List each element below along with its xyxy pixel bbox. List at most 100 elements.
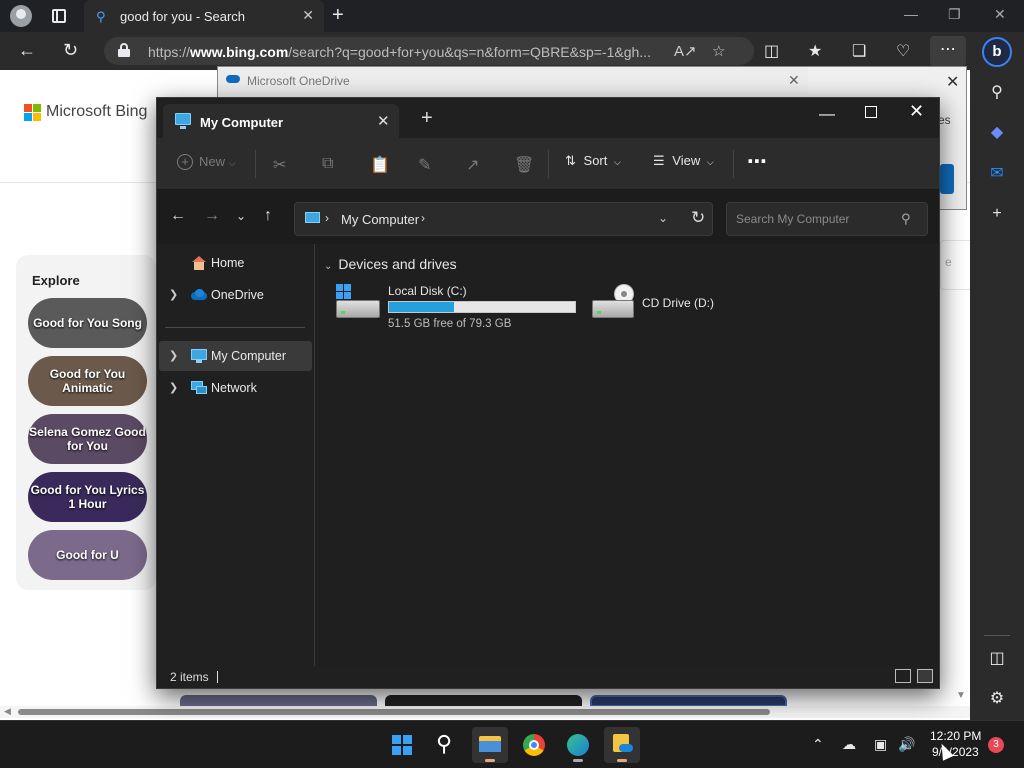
sort-button[interactable]: ⇅ Sort ⌵ <box>565 153 621 169</box>
explore-item[interactable]: Good for You Song <box>28 298 147 348</box>
see-more-icon[interactable]: ⋯ <box>747 149 768 174</box>
new-tab-button[interactable]: + <box>332 4 344 27</box>
search-button[interactable]: ⚲ <box>428 727 464 763</box>
view-button[interactable]: ☰ View ⌵ <box>653 153 714 169</box>
forward-icon[interactable]: → <box>204 207 220 225</box>
explore-item[interactable]: Good for You Lyrics 1 Hour <box>28 472 147 522</box>
large-icons-view-icon[interactable] <box>917 669 933 683</box>
onedrive-close-icon[interactable]: ✕ <box>788 72 800 89</box>
network-tray-icon[interactable]: ▣ <box>874 736 887 753</box>
explorer-search-input[interactable]: Search My Computer ⚲ <box>726 202 928 236</box>
search-icon[interactable]: ⚲ <box>987 82 1007 102</box>
drive-cd-d[interactable]: CD Drive (D:) <box>592 284 742 334</box>
split-screen-icon[interactable]: ◫ <box>764 41 779 61</box>
drive-local-disk-c[interactable]: Local Disk (C:) 51.5 GB free of 79.3 GB <box>336 284 586 334</box>
browser-tab-search[interactable]: ⚲ good for you - Search ✕ <box>84 0 324 32</box>
refresh-icon[interactable]: ↻ <box>691 208 705 228</box>
copy-icon[interactable]: ⧉ <box>322 155 333 173</box>
copilot-icon[interactable]: b <box>982 37 1012 67</box>
nav-item-onedrive[interactable]: ❯ OneDrive <box>159 280 312 310</box>
close-tab-icon[interactable]: ✕ <box>302 7 314 24</box>
explorer-close-icon[interactable]: ✕ <box>909 101 924 122</box>
explore-panel: Explore Good for You Song Good for You A… <box>16 255 156 590</box>
hide-sidebar-icon[interactable]: ◫ <box>987 648 1007 668</box>
scroll-left-icon[interactable]: ◀ <box>4 706 11 717</box>
address-text[interactable]: My Computer <box>341 212 419 227</box>
restore-icon[interactable]: ❐ <box>948 6 961 23</box>
browser-essentials-icon[interactable]: ♡ <box>896 41 910 61</box>
close-window-icon[interactable]: ✕ <box>994 6 1006 23</box>
explore-item[interactable]: Good for U <box>28 530 147 580</box>
explore-item[interactable]: Good for You Animatic <box>28 356 147 406</box>
back-icon[interactable]: ← <box>18 40 36 61</box>
expand-chevron-icon[interactable]: ❯ <box>169 381 178 394</box>
volume-icon[interactable]: 🔊 <box>898 736 915 753</box>
onedrive-tray-icon[interactable]: ☁ <box>842 736 856 753</box>
address-bar[interactable]: › My Computer › ⌄ ↻ <box>294 202 713 236</box>
lock-icon[interactable] <box>118 43 130 57</box>
chevron-right-icon[interactable]: › <box>325 211 329 225</box>
sidebar-settings-gear-icon[interactable]: ⚙ <box>987 688 1007 708</box>
scroll-down-icon[interactable]: ▼ <box>956 690 966 701</box>
onedrive-dialog-close-icon[interactable]: ✕ <box>946 72 959 92</box>
expand-chevron-icon[interactable]: ❯ <box>169 288 178 301</box>
favorites-icon[interactable]: ★ <box>808 41 822 61</box>
add-app-icon[interactable]: + <box>987 205 1007 225</box>
group-header-devices[interactable]: ⌄ Devices and drives <box>324 256 457 272</box>
explorer-tab[interactable]: My Computer ✕ <box>163 104 399 138</box>
tab-actions-icon[interactable] <box>52 9 66 23</box>
url-text[interactable]: https://www.bing.com/search?q=good+for+y… <box>148 44 664 60</box>
explorer-minimize-icon[interactable]: — <box>819 106 835 124</box>
show-hidden-icons-chevron-icon[interactable]: ⌃ <box>812 736 824 753</box>
onedrive-cloud-icon <box>619 744 633 752</box>
up-icon[interactable]: ↑ <box>264 207 272 225</box>
paste-icon[interactable]: 📋 <box>370 155 390 175</box>
minimize-icon[interactable]: — <box>904 6 918 22</box>
edge-taskbar-button[interactable] <box>560 727 596 763</box>
share-icon[interactable]: ↗ <box>466 155 479 175</box>
nav-item-network[interactable]: ❯ Network <box>159 373 312 403</box>
nav-item-home[interactable]: Home <box>159 248 312 278</box>
new-button[interactable]: + New ⌵ <box>177 154 235 170</box>
windows-taskbar: ⚲ ⌃ ☁ ▣ 🔊 12:20 PM 9/1/2023 3 <box>0 720 1024 768</box>
explore-item[interactable]: Selena Gomez Good for You <box>28 414 147 464</box>
clock-time[interactable]: 12:20 PM <box>930 729 981 743</box>
rename-icon[interactable]: ✎ <box>418 155 431 175</box>
partial-button[interactable]: e <box>940 240 970 290</box>
chrome-center <box>529 740 539 750</box>
back-icon[interactable]: ← <box>170 207 186 225</box>
explorer-new-tab-button[interactable]: + <box>421 107 433 130</box>
browser-address-bar: ← ↻ https://www.bing.com/search?q=good+f… <box>0 32 1024 70</box>
url-field[interactable]: https://www.bing.com/search?q=good+for+y… <box>104 37 754 65</box>
start-button[interactable] <box>384 727 420 763</box>
recent-locations-icon[interactable]: ⌄ <box>236 209 246 223</box>
read-aloud-icon[interactable]: A↗ <box>674 42 697 60</box>
cut-icon[interactable]: ✂ <box>273 155 286 175</box>
explore-title: Explore <box>32 273 80 288</box>
nav-label: Home <box>211 256 245 270</box>
scrollbar-thumb[interactable] <box>18 709 770 715</box>
details-view-icon[interactable] <box>895 669 911 683</box>
discover-icon[interactable]: ◆ <box>987 122 1007 142</box>
nav-item-my-computer[interactable]: ❯ My Computer <box>159 341 312 371</box>
chevron-right-icon[interactable]: › <box>421 211 425 225</box>
onedrive-taskbar-button[interactable] <box>604 727 640 763</box>
collections-icon[interactable]: ❏ <box>852 41 866 61</box>
horizontal-scrollbar[interactable]: ◀ <box>0 706 970 718</box>
expand-chevron-icon[interactable]: ❯ <box>169 349 178 362</box>
explorer-maximize-icon[interactable] <box>865 106 877 118</box>
notification-badge[interactable]: 3 <box>988 737 1004 753</box>
outlook-icon[interactable]: ✉ <box>987 163 1007 183</box>
settings-more-button[interactable]: ⋯ <box>930 36 966 66</box>
close-tab-icon[interactable]: ✕ <box>377 112 390 130</box>
profile-avatar-icon[interactable] <box>10 5 32 27</box>
delete-icon[interactable]: 🗑 <box>514 155 534 175</box>
onedrive-action-button[interactable] <box>940 164 954 194</box>
collapse-chevron-icon[interactable]: ⌄ <box>324 261 332 272</box>
refresh-icon[interactable]: ↻ <box>63 40 78 61</box>
address-dropdown-icon[interactable]: ⌄ <box>658 211 668 225</box>
file-explorer-taskbar-button[interactable] <box>472 727 508 763</box>
chrome-taskbar-button[interactable] <box>516 727 552 763</box>
drive-free-space: 51.5 GB free of 79.3 GB <box>388 318 512 330</box>
favorite-star-icon[interactable]: ☆ <box>712 42 725 60</box>
